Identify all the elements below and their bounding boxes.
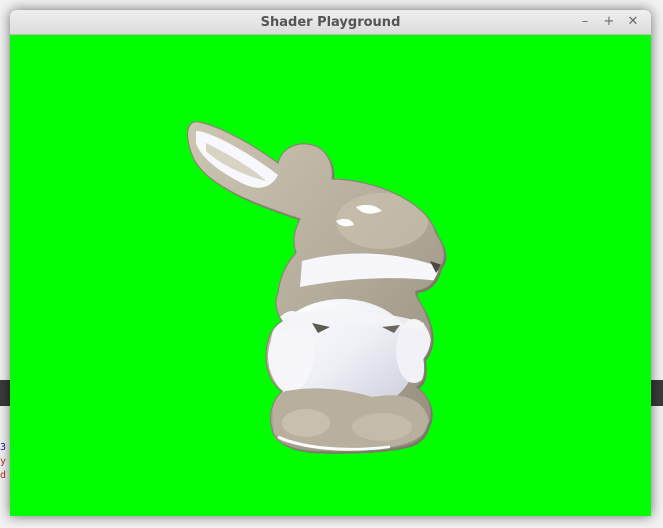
shader-playground-window: Shader Playground – + ✕ — [10, 10, 651, 516]
maximize-button[interactable]: + — [600, 13, 618, 31]
background-window-text-line: d — [0, 470, 7, 481]
render-viewport[interactable] — [10, 35, 651, 516]
background-window-text-line: 3 — [0, 442, 7, 453]
close-button[interactable]: ✕ — [624, 13, 642, 31]
minimize-button[interactable]: – — [576, 13, 594, 31]
title-bar[interactable]: Shader Playground – + ✕ — [10, 10, 651, 35]
background-window-text-line: y — [0, 456, 7, 467]
window-title: Shader Playground — [260, 15, 401, 30]
bunny-render — [186, 121, 447, 454]
